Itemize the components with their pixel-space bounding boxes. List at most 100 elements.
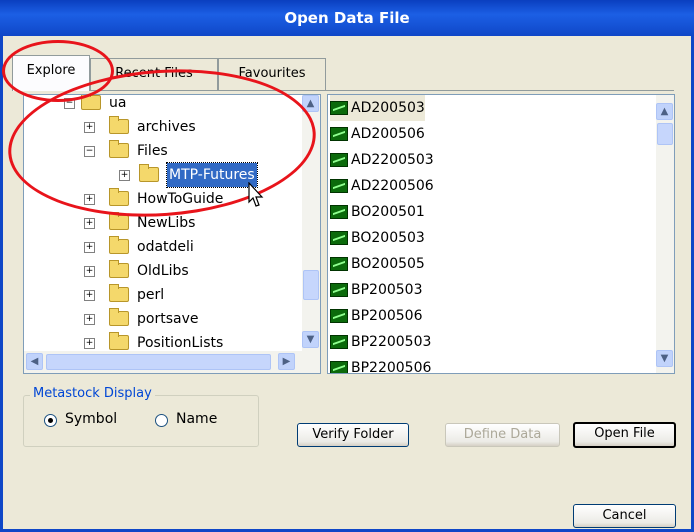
- symbol-radio[interactable]: [44, 414, 57, 427]
- folder-icon: [81, 95, 101, 110]
- open-file-button[interactable]: Open File: [573, 422, 676, 448]
- tree-item-label: OldLibs: [137, 263, 189, 279]
- folder-tree-content: − ua + archives − Files + MTP-Futures + HowToGuid…: [24, 95, 302, 351]
- file-name: BP2200503: [351, 334, 432, 350]
- cancel-button[interactable]: Cancel: [573, 504, 676, 528]
- chart-file-icon: [330, 153, 348, 167]
- expand-icon[interactable]: +: [84, 266, 95, 277]
- file-list[interactable]: AD200503 AD200506 AD2200503 AD2200506 BO2005…: [327, 94, 675, 374]
- tree-item-label: ua: [109, 95, 127, 111]
- file-name: BP200503: [351, 282, 423, 298]
- window-title: Open Data File: [0, 0, 694, 36]
- tree-item-label: archives: [137, 119, 196, 135]
- scroll-down-icon[interactable]: ▼: [656, 350, 673, 367]
- chart-file-icon: [330, 231, 348, 245]
- folder-icon: [109, 308, 129, 326]
- chart-file-icon: [330, 361, 348, 373]
- tree-vertical-scrollbar[interactable]: ▲ ▼: [302, 95, 320, 351]
- file-list-item[interactable]: BP200506: [330, 303, 423, 329]
- list-scroll-thumb[interactable]: [657, 123, 673, 145]
- tree-horizontal-scrollbar[interactable]: ◀ ▶: [24, 351, 320, 373]
- folder-icon: [109, 116, 129, 134]
- chart-file-icon: [330, 257, 348, 271]
- file-name: BP2200506: [351, 360, 432, 374]
- expand-icon[interactable]: +: [84, 338, 95, 349]
- file-list-item[interactable]: AD2200503: [330, 147, 434, 173]
- metastock-display-group: [23, 395, 259, 447]
- symbol-radio-label[interactable]: Symbol: [65, 411, 117, 427]
- file-name: BO200505: [351, 256, 425, 272]
- chart-file-icon: [330, 283, 348, 297]
- scroll-up-icon[interactable]: ▲: [656, 103, 673, 120]
- tree-item[interactable]: + portsave: [24, 307, 302, 331]
- chart-file-icon: [330, 127, 348, 141]
- scroll-down-icon[interactable]: ▼: [302, 331, 319, 348]
- folder-icon: [109, 332, 129, 350]
- folder-tree[interactable]: − ua + archives − Files + MTP-Futures + HowToGuid…: [23, 94, 321, 374]
- list-vertical-scrollbar[interactable]: ▲ ▼: [656, 95, 674, 373]
- file-list-item[interactable]: AD2200506: [330, 173, 434, 199]
- define-data-button[interactable]: Define Data: [445, 423, 560, 447]
- tree-item[interactable]: + perl: [24, 283, 302, 307]
- folder-icon: [109, 212, 129, 230]
- name-radio[interactable]: [155, 414, 168, 427]
- tree-item-label: MTP-Futures: [166, 162, 258, 188]
- file-list-item[interactable]: AD200506: [330, 121, 425, 147]
- collapse-icon[interactable]: −: [84, 146, 95, 157]
- tree-item-label: portsave: [137, 311, 199, 327]
- file-list-item[interactable]: BO200501: [330, 199, 425, 225]
- expand-icon[interactable]: +: [84, 218, 95, 229]
- folder-icon: [109, 236, 129, 254]
- tree-item[interactable]: + PositionLists: [24, 331, 302, 351]
- metastock-display-label: Metastock Display: [30, 386, 155, 401]
- tree-item[interactable]: + odatdeli: [24, 235, 302, 259]
- file-name: AD200506: [351, 126, 425, 142]
- file-name: BO200503: [351, 230, 425, 246]
- tree-scroll-thumb[interactable]: [303, 270, 319, 300]
- tree-item[interactable]: − ua: [24, 95, 302, 115]
- tree-item-label: NewLibs: [137, 215, 196, 231]
- tree-item[interactable]: − Files: [24, 139, 302, 163]
- tree-item-label: HowToGuide: [137, 191, 224, 207]
- expand-icon[interactable]: +: [84, 242, 95, 253]
- file-list-item[interactable]: BP200503: [330, 277, 423, 303]
- expand-icon[interactable]: +: [84, 290, 95, 301]
- file-name: AD2200503: [351, 152, 434, 168]
- file-name: BP200506: [351, 308, 423, 324]
- tree-hscroll-thumb[interactable]: [46, 354, 271, 370]
- file-list-item[interactable]: BP2200506: [330, 355, 432, 374]
- file-list-item[interactable]: BO200505: [330, 251, 425, 277]
- tree-item-label: perl: [137, 287, 165, 303]
- verify-folder-button[interactable]: Verify Folder: [297, 423, 409, 447]
- folder-icon: [109, 140, 129, 158]
- chart-file-icon: [330, 309, 348, 323]
- expand-icon[interactable]: +: [119, 170, 130, 181]
- tree-item-label: PositionLists: [137, 335, 224, 351]
- file-list-item[interactable]: BO200503: [330, 225, 425, 251]
- chart-file-icon: [330, 179, 348, 193]
- folder-icon: [109, 260, 129, 278]
- scroll-right-icon[interactable]: ▶: [278, 353, 295, 370]
- scroll-left-icon[interactable]: ◀: [26, 353, 43, 370]
- folder-icon: [109, 188, 129, 206]
- tree-item[interactable]: + archives: [24, 115, 302, 139]
- file-name: AD2200506: [351, 178, 434, 194]
- folder-icon: [109, 284, 129, 302]
- file-name: AD200503: [351, 100, 425, 116]
- expand-icon[interactable]: +: [84, 194, 95, 205]
- tree-item[interactable]: + OldLibs: [24, 259, 302, 283]
- name-radio-label[interactable]: Name: [176, 411, 217, 427]
- tree-item[interactable]: + NewLibs: [24, 211, 302, 235]
- tab-explore[interactable]: Explore: [12, 55, 90, 91]
- expand-icon[interactable]: +: [84, 314, 95, 325]
- tab-favourites[interactable]: Favourites: [218, 58, 326, 90]
- tree-item-label: odatdeli: [137, 239, 194, 255]
- tab-recent-files[interactable]: Recent Files: [90, 58, 218, 90]
- chart-file-icon: [330, 205, 348, 219]
- mouse-cursor-icon: [248, 182, 264, 207]
- file-list-item[interactable]: AD200503: [330, 95, 425, 121]
- file-list-item[interactable]: BP2200503: [330, 329, 431, 355]
- collapse-icon[interactable]: −: [64, 98, 75, 109]
- expand-icon[interactable]: +: [84, 122, 95, 133]
- scroll-up-icon[interactable]: ▲: [302, 95, 319, 112]
